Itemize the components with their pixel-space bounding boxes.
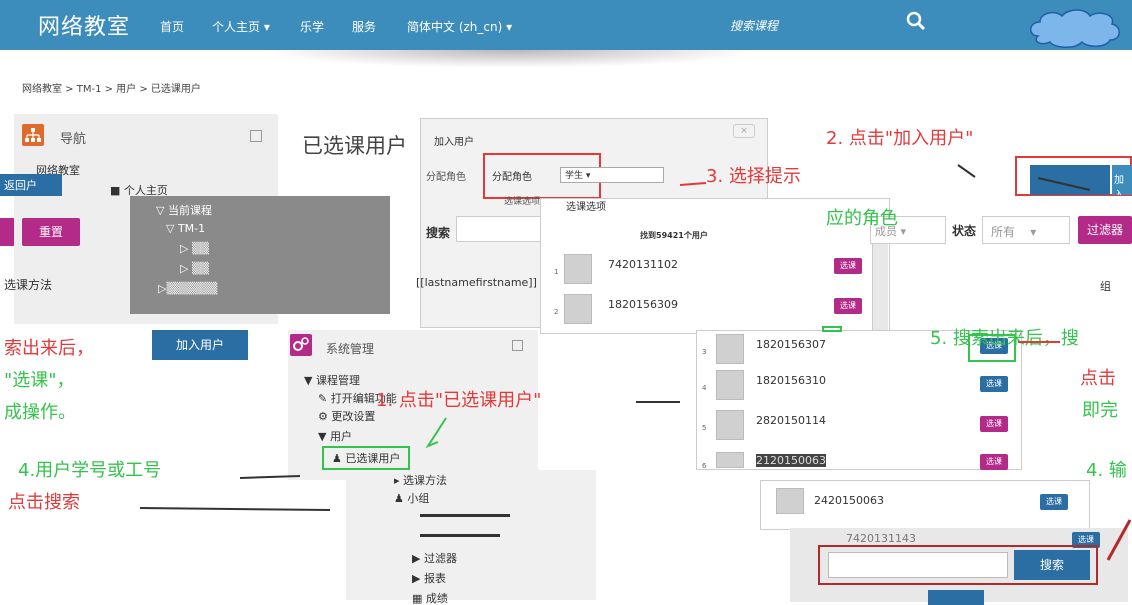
annotation-arrows xyxy=(139,164,1132,561)
